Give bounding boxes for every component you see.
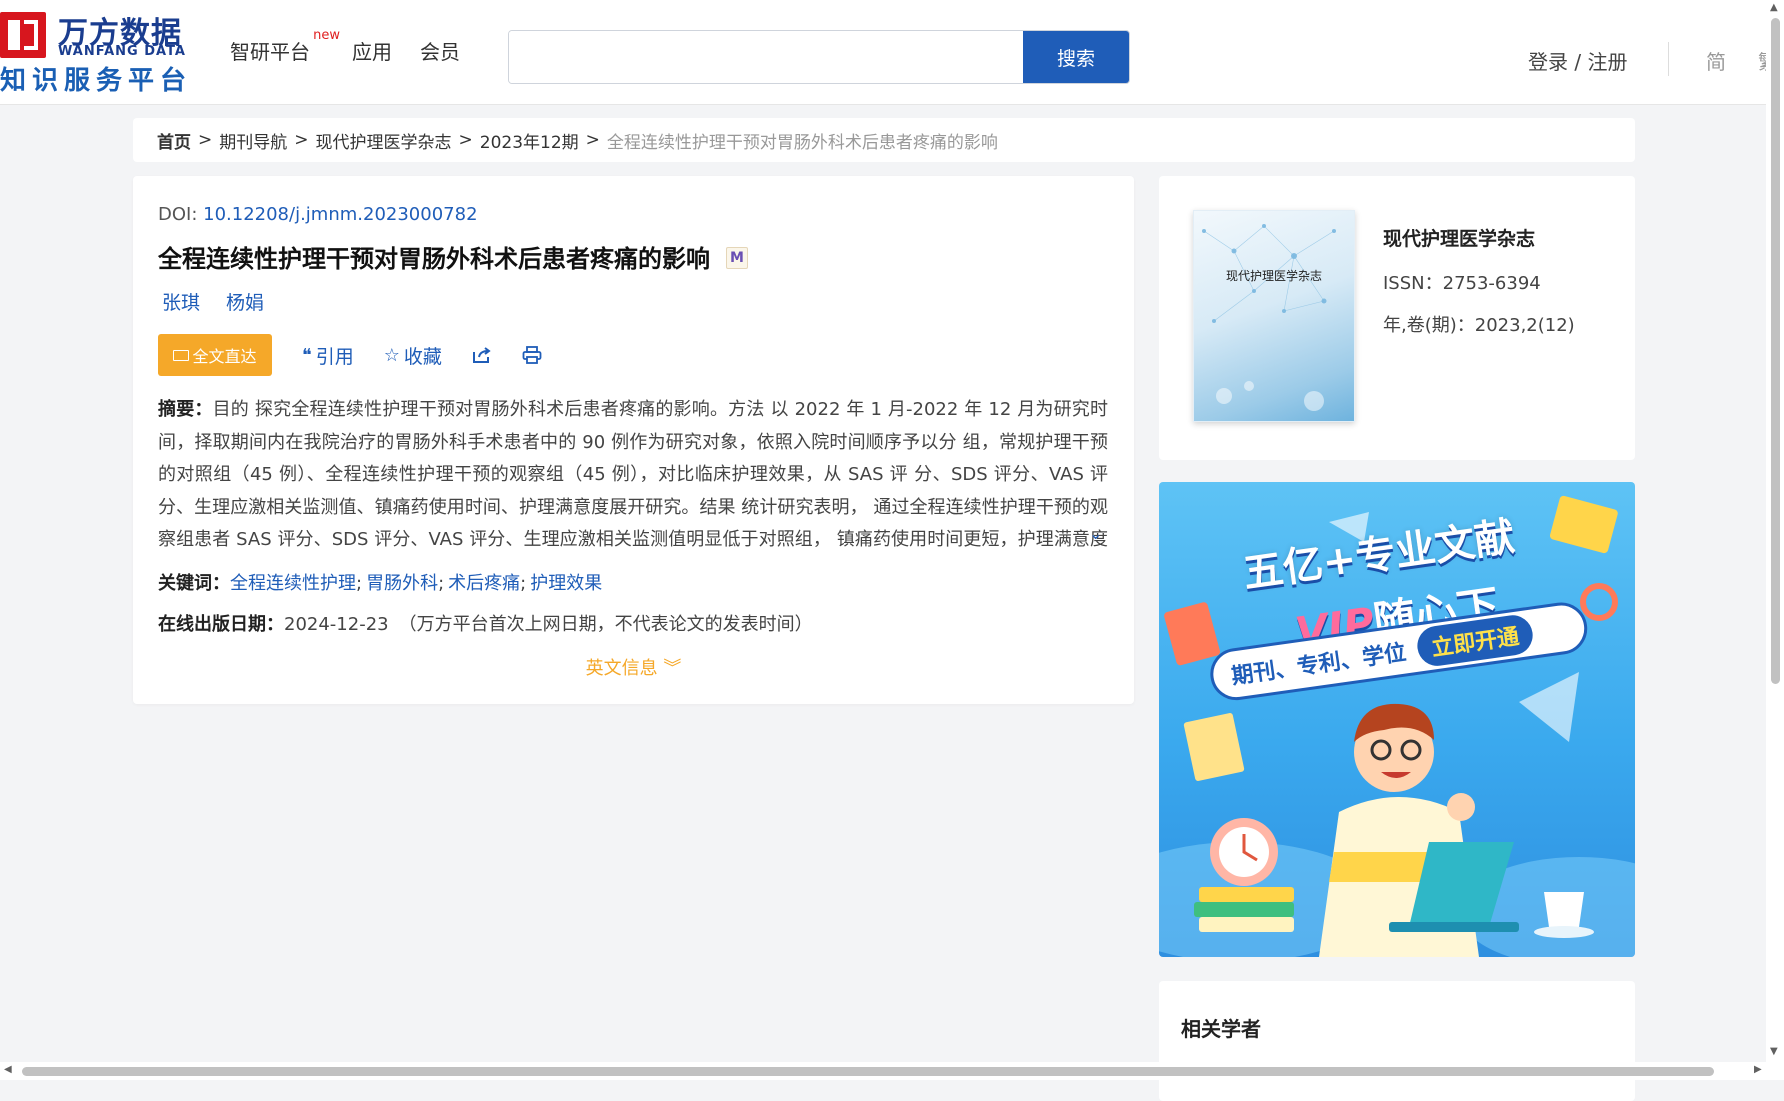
folder-icon (173, 349, 190, 361)
keywords-row: 关键词：全程连续性护理; 胃肠外科; 术后疼痛; 护理效果 (158, 573, 603, 594)
share-button[interactable] (472, 346, 492, 364)
top-header: 万方数据 WANFANG DATA 知识服务平台 智研平台 new 应用 会员 … (0, 0, 1766, 105)
wanfang-logo[interactable]: 万方数据 WANFANG DATA 知识服务平台 (0, 8, 190, 96)
keyword-link[interactable]: 术后疼痛 (448, 573, 520, 594)
author-link[interactable]: 张琪 (162, 288, 200, 315)
keywords-label: 关键词： (158, 573, 230, 594)
vip-ad-banner[interactable]: 五亿+专业文献 VIP随心下 期刊、专利、学位 立即开通 (1159, 482, 1635, 957)
new-badge: new (313, 28, 340, 43)
cover-title: 现代护理医学杂志 (1225, 269, 1322, 283)
print-icon (522, 346, 542, 364)
nav-item-membership[interactable]: 会员 (420, 36, 460, 66)
keyword-link[interactable]: 胃肠外科 (366, 573, 438, 594)
fulltext-label: 全文直达 (192, 347, 257, 366)
share-icon (472, 347, 491, 363)
journal-cover[interactable]: 现代护理医学杂志 (1193, 210, 1355, 422)
nav-item-label: 应用 (352, 40, 392, 64)
breadcrumb-separator: > (294, 130, 309, 150)
breadcrumb-current: 全程连续性护理干预对胃肠外科术后患者疼痛的影响 (606, 132, 998, 153)
logo-slogan: 知识服务平台 (0, 66, 193, 96)
publish-date-row: 在线出版日期：2024-12-23 （万方平台首次上网日期，不代表论文的发表时间） (158, 610, 813, 636)
breadcrumb-separator: > (458, 130, 473, 150)
star-icon: ☆ (383, 344, 400, 366)
english-info-toggle[interactable]: 英文信息 ︾ (133, 654, 1134, 680)
horizontal-scroll-thumb[interactable] (22, 1067, 1714, 1076)
search-button[interactable]: 搜索 (1023, 31, 1129, 83)
doi-line: DOI: 10.12208/j.jmnm.2023000782 (158, 204, 478, 225)
article-actions: 全文直达 ❝ 引用 ☆ 收藏 (158, 334, 542, 376)
lang-traditional-toggle[interactable]: 繁 (1758, 46, 1766, 75)
abstract: 摘要：目的 探究全程连续性护理干预对胃肠外科术后患者疼痛的影响。方法 以 202… (158, 394, 1108, 557)
favorite-label: 收藏 (403, 345, 442, 368)
journal-card: 现代护理医学杂志 现代护理医学杂志 ISSN：2753-6394 年,卷(期)：… (1159, 176, 1635, 460)
journal-name[interactable]: 现代护理医学杂志 (1383, 224, 1535, 251)
print-button[interactable] (522, 346, 542, 364)
nav-item-zhiyan[interactable]: 智研平台 new (230, 28, 340, 66)
journal-issn: ISSN：2753-6394 (1383, 273, 1541, 294)
related-scholars-card: 相关学者 (1159, 981, 1635, 1101)
english-info-label: 英文信息 (585, 658, 658, 679)
breadcrumb-separator: > (198, 130, 213, 150)
pubdate-value: 2024-12-23 (284, 614, 389, 635)
doi-link[interactable]: 10.12208/j.jmnm.2023000782 (203, 204, 477, 225)
abstract-text: 目的 探究全程连续性护理干预对胃肠外科术后患者疼痛的影响。方法 以 2022 年… (158, 399, 1108, 551)
author-link[interactable]: 杨娟 (226, 288, 264, 315)
pubdate-label: 在线出版日期： (158, 614, 284, 635)
breadcrumb-issue[interactable]: 2023年12期 (480, 128, 579, 153)
expand-abstract-icon[interactable]: ⌄ (1089, 524, 1102, 543)
scroll-left-arrow-icon[interactable]: ◀ (4, 1064, 12, 1075)
article-card: DOI: 10.12208/j.jmnm.2023000782 全程连续性护理干… (133, 176, 1134, 704)
scroll-up-arrow-icon[interactable]: ▲ (1770, 2, 1778, 13)
keyword-link[interactable]: 全程连续性护理 (230, 573, 356, 594)
horizontal-scrollbar[interactable]: ◀ ▶ (0, 1062, 1784, 1080)
vertical-scroll-thumb[interactable] (1771, 18, 1780, 684)
breadcrumb: 首页 > 期刊导航 > 现代护理医学杂志 > 2023年12期 > 全程连续性护… (133, 118, 1635, 162)
nav-item-apps[interactable]: 应用 (352, 36, 392, 66)
wanfang-logo-mark (0, 12, 46, 58)
journal-volume: 年,卷(期)：2023,2(12) (1383, 315, 1575, 336)
quote-icon: ❝ (302, 344, 312, 366)
cite-label: 引用 (315, 345, 354, 368)
breadcrumb-journal-nav[interactable]: 期刊导航 (219, 128, 287, 153)
favorite-button[interactable]: ☆ 收藏 (384, 342, 442, 369)
mindmap-icon[interactable]: M (726, 247, 748, 269)
ad-cta-button[interactable]: 立即开通 (1414, 612, 1536, 669)
header-divider (1668, 42, 1669, 76)
article-title: 全程连续性护理干预对胃肠外科术后患者疼痛的影响 (158, 245, 710, 273)
breadcrumb-home[interactable]: 首页 (157, 128, 191, 153)
breadcrumb-separator: > (585, 130, 600, 150)
nav-item-label: 会员 (420, 40, 460, 64)
scroll-down-arrow-icon[interactable]: ▼ (1770, 1046, 1778, 1057)
pubdate-note: （万方平台首次上网日期，不代表论文的发表时间） (398, 614, 813, 635)
search-box: 搜索 (508, 30, 1130, 84)
main-nav: 智研平台 new 应用 会员 (230, 28, 460, 66)
fulltext-button[interactable]: 全文直达 (158, 334, 272, 376)
cite-button[interactable]: ❝ 引用 (302, 342, 354, 369)
nav-item-label: 智研平台 (230, 40, 310, 64)
breadcrumb-journal[interactable]: 现代护理医学杂志 (316, 128, 452, 153)
article-title-row: 全程连续性护理干预对胃肠外科术后患者疼痛的影响 M (158, 239, 748, 274)
search-input[interactable] (509, 31, 1019, 83)
vertical-scrollbar[interactable]: ▲ ▼ (1766, 0, 1784, 1062)
keyword-link[interactable]: 护理效果 (530, 573, 602, 594)
scroll-right-arrow-icon[interactable]: ▶ (1754, 1064, 1762, 1075)
related-scholars-title: 相关学者 (1181, 1017, 1261, 1041)
double-chevron-down-icon: ︾ (663, 658, 682, 679)
login-register-link[interactable]: 登录 / 注册 (1528, 46, 1627, 75)
cover-network-pattern (1202, 224, 1336, 411)
author-list: 张琪 杨娟 (162, 288, 264, 315)
abstract-label: 摘要： (158, 399, 213, 420)
logo-english-name: WANFANG DATA (58, 44, 186, 59)
doi-label: DOI: (158, 204, 204, 225)
lang-simplified-toggle[interactable]: 简 (1706, 46, 1726, 75)
